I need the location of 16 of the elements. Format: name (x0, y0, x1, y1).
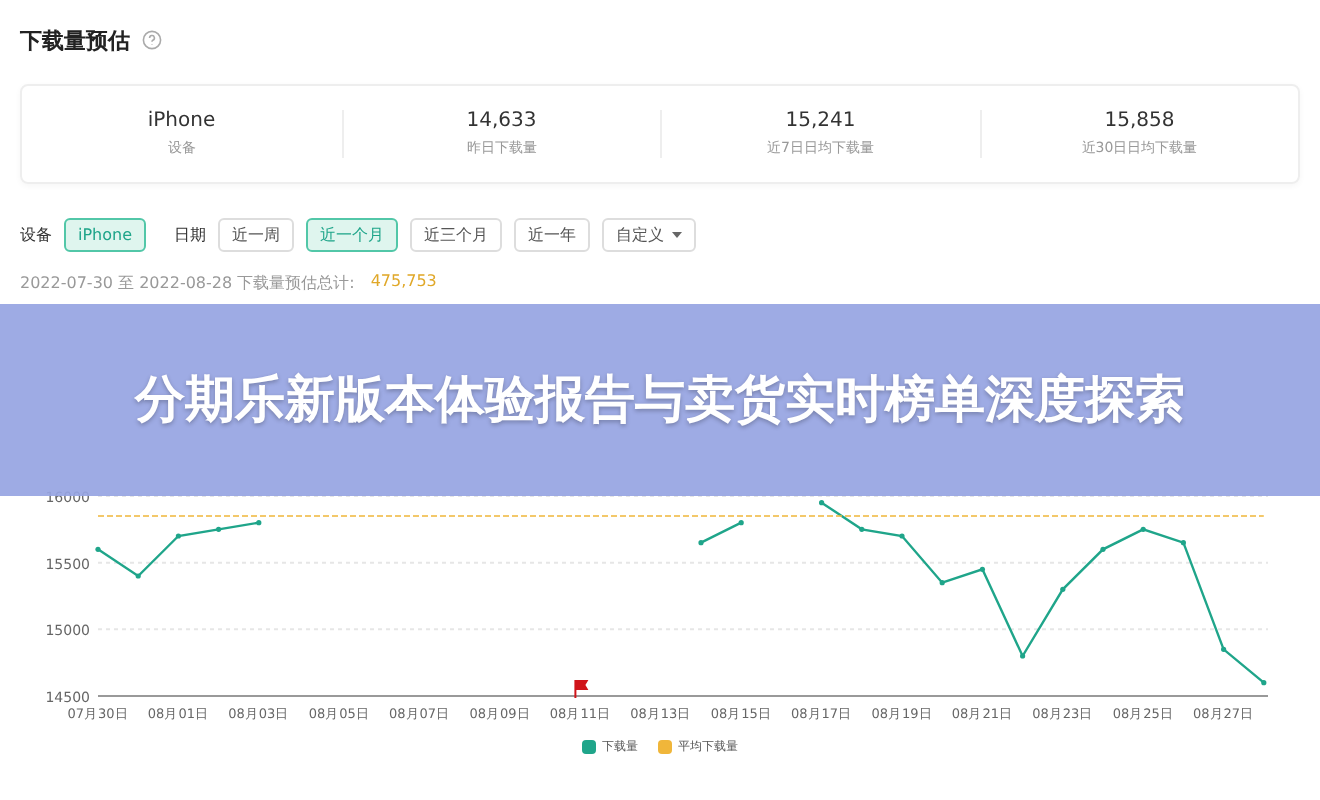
stat-value: 14,633 (466, 110, 537, 132)
summary-total: 475,753 (370, 272, 437, 294)
filter-label: 日期 (174, 223, 207, 245)
stat-value: 15,858 (1104, 110, 1175, 132)
custom-range-dropdown[interactable]: 自定义 (602, 217, 697, 251)
stat-value: iPhone (147, 110, 216, 132)
date-range-option[interactable]: 近一周 (218, 217, 295, 251)
filter-label: 设备 (20, 223, 52, 245)
banner-title: 分期乐新版本体验报告与卖货实时榜单深度探索 (132, 368, 1187, 432)
caret-icon (672, 231, 683, 237)
summary-text: 2022-07-30 至 2022-08-28 下载量预估总计: (20, 272, 355, 294)
stat-value: 15,241 (785, 110, 856, 132)
date-range-option[interactable]: 近一年 (514, 217, 591, 251)
flag-icon[interactable] (574, 680, 589, 698)
date-range-option[interactable]: 近三个月 (410, 217, 503, 251)
section-title: 下载量预估 (20, 25, 130, 55)
